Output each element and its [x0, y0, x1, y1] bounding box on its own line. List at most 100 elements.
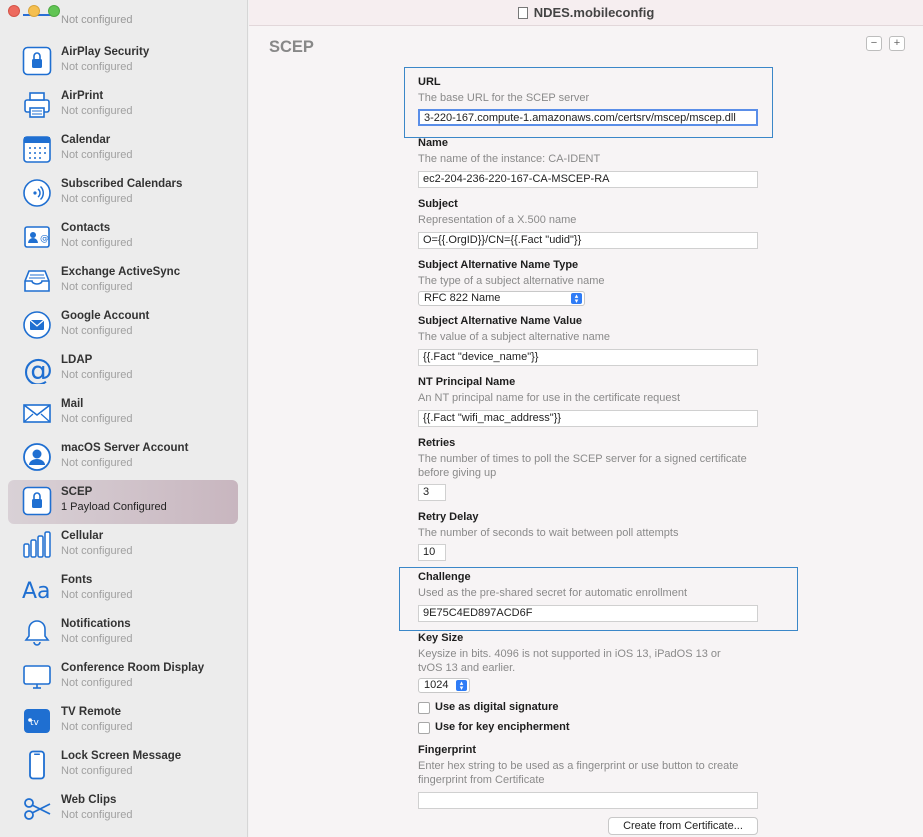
sidebar-item-title: Web Clips [61, 794, 117, 806]
fingerprint-input[interactable] [418, 792, 758, 809]
retry-delay-label: Retry Delay [418, 511, 479, 523]
san-value-label: Subject Alternative Name Value [418, 315, 583, 327]
challenge-input[interactable]: 9E75C4ED897ACD6F [418, 605, 758, 622]
lock-icon [22, 486, 52, 516]
key-size-select[interactable]: 1024 ▴ ▾ [418, 678, 470, 693]
san-type-description: The type of a subject alternative name [418, 275, 605, 287]
retry-delay-description: The number of seconds to wait between po… [418, 527, 679, 539]
sidebar-item-airplay-security[interactable]: AirPlay Security Not configured [8, 40, 238, 84]
svg-text:@: @ [40, 234, 49, 244]
fingerprint-description: Enter hex string to be used as a fingerp… [418, 760, 739, 786]
retries-input[interactable]: 3 [418, 484, 446, 501]
sidebar-item-cellular[interactable]: Cellular Not configured [8, 524, 238, 568]
svg-text:@: @ [23, 354, 52, 384]
url-input[interactable]: 3-220-167.compute-1.amazonaws.com/certsr… [418, 109, 758, 126]
sidebar-item-subtitle: Not configured [61, 61, 133, 73]
minimize-window-button[interactable] [28, 5, 40, 17]
challenge-description: Used as the pre-shared secret for automa… [418, 587, 688, 599]
sidebar-item-title: LDAP [61, 354, 93, 366]
sidebar-item-ldap[interactable]: @ LDAP Not configured [8, 348, 238, 392]
sidebar-item-notifications[interactable]: Notifications Not configured [8, 612, 238, 656]
sidebar-item-contacts[interactable]: @ Contacts Not configured [8, 216, 238, 260]
chevron-updown-icon: ▴ ▾ [571, 293, 582, 305]
url-label: URL [418, 76, 441, 88]
sidebar-item-airprint[interactable]: AirPrint Not configured [8, 84, 238, 128]
name-description: The name of the instance: CA-IDENT [418, 153, 601, 165]
sidebar-item-scep[interactable]: SCEP 1 Payload Configured [8, 480, 238, 524]
add-payload-button[interactable]: + [889, 36, 905, 51]
sidebar-item-tv-remote[interactable]: tv TV Remote Not configured [8, 700, 238, 744]
sidebar-item-subtitle: Not configured [61, 545, 133, 557]
sidebar-item-title: Conference Room Display [61, 662, 205, 674]
page-title: SCEP [269, 38, 314, 56]
sidebar-item-subtitle: Not configured [61, 325, 133, 337]
subject-input[interactable]: O={{.OrgID}}/CN={{.Fact "udid"}} [418, 232, 758, 249]
sidebar-item-title: SCEP [61, 486, 93, 498]
remove-payload-button[interactable]: − [866, 36, 882, 51]
name-input[interactable]: ec2-204-236-220-167-CA-MSCEP-RA [418, 171, 758, 188]
sidebar-item-google-account[interactable]: Google Account Not configured [8, 304, 238, 348]
retries-description: The number of times to poll the SCEP ser… [418, 453, 747, 479]
retry-delay-input[interactable]: 10 [418, 544, 446, 561]
close-window-button[interactable] [8, 5, 20, 17]
digital-signature-checkbox[interactable] [418, 702, 430, 714]
lock-icon [22, 46, 52, 76]
sidebar-item-title: Google Account [61, 310, 150, 322]
sidebar-item-subscribed-calendars[interactable]: Subscribed Calendars Not configured [8, 172, 238, 216]
display-icon [22, 662, 52, 692]
document-icon [517, 6, 528, 19]
retries-label: Retries [418, 437, 456, 449]
signal-bars-icon [22, 530, 52, 560]
san-type-select[interactable]: RFC 822 Name ▴ ▾ [418, 291, 585, 306]
sidebar-item-title: Subscribed Calendars [61, 178, 183, 190]
key-size-value: 1024 [424, 679, 449, 691]
sidebar-item-mail[interactable]: Mail Not configured [8, 392, 238, 436]
sidebar-item-macos-server-account[interactable]: macOS Server Account Not configured [8, 436, 238, 480]
san-value-description: The value of a subject alternative name [418, 331, 611, 343]
font-icon: Aa [22, 574, 52, 604]
mail-icon [22, 398, 52, 428]
sidebar-item-title: Cellular [61, 530, 104, 542]
nt-principal-input[interactable]: {{.Fact "wifi_mac_address"}} [418, 410, 758, 427]
digital-signature-label: Use as digital signature [435, 701, 559, 713]
san-type-label: Subject Alternative Name Type [418, 259, 579, 271]
calendar-icon [22, 134, 52, 164]
nt-principal-label: NT Principal Name [418, 376, 516, 388]
sidebar-item-title: TV Remote [61, 706, 122, 718]
sidebar-item-conference-room-display[interactable]: Conference Room Display Not configured [8, 656, 238, 700]
sidebar-item-calendar[interactable]: Calendar Not configured [8, 128, 238, 172]
sidebar-item-subtitle: Not configured [61, 721, 133, 733]
sidebar-item-title: Lock Screen Message [61, 750, 182, 762]
sidebar-item-subtitle: Not configured [61, 237, 133, 249]
subject-description: Representation of a X.500 name [418, 214, 577, 226]
envelope-circle-icon [22, 310, 52, 340]
sidebar-item-lock-screen-message[interactable]: Lock Screen Message Not configured [8, 744, 238, 788]
subject-label: Subject [418, 198, 458, 210]
apple-tv-icon: tv [22, 706, 52, 736]
sidebar-item-fonts[interactable]: Aa Fonts Not configured [8, 568, 238, 612]
create-from-certificate-button[interactable]: Create from Certificate... [608, 817, 758, 835]
sidebar-item-title: Exchange ActiveSync [61, 266, 181, 278]
sidebar-item-subtitle: Not configured [61, 809, 133, 821]
sidebar-item-subtitle: Not configured [61, 105, 133, 117]
sidebar-item-title: Contacts [61, 222, 111, 234]
key-encipherment-checkbox[interactable] [418, 722, 430, 734]
key-size-description: Keysize in bits. 4096 is not supported i… [418, 648, 721, 674]
zoom-window-button[interactable] [48, 5, 60, 17]
bell-icon [22, 618, 52, 648]
svg-text:Aa: Aa [22, 579, 51, 604]
sidebar-item-subtitle: Not configured [61, 14, 133, 26]
key-encipherment-label: Use for key encipherment [435, 721, 570, 733]
person-circle-icon [22, 442, 52, 472]
printer-icon [22, 90, 52, 120]
sidebar: Not configured AirPlay Security Not confi… [0, 0, 248, 837]
phone-icon [22, 750, 52, 780]
sidebar-item-title: AirPlay Security [61, 46, 150, 58]
sidebar-item-web-clips[interactable]: Web Clips Not configured [8, 788, 238, 832]
san-value-input[interactable]: {{.Fact "device_name"}} [418, 349, 758, 366]
sidebar-item-title: Notifications [61, 618, 131, 630]
sidebar-item-exchange-activesync[interactable]: Exchange ActiveSync Not configured [8, 260, 238, 304]
sidebar-item-subtitle: Not configured [61, 457, 133, 469]
chevron-updown-icon: ▴ ▾ [456, 680, 467, 692]
fingerprint-label: Fingerprint [418, 744, 477, 756]
